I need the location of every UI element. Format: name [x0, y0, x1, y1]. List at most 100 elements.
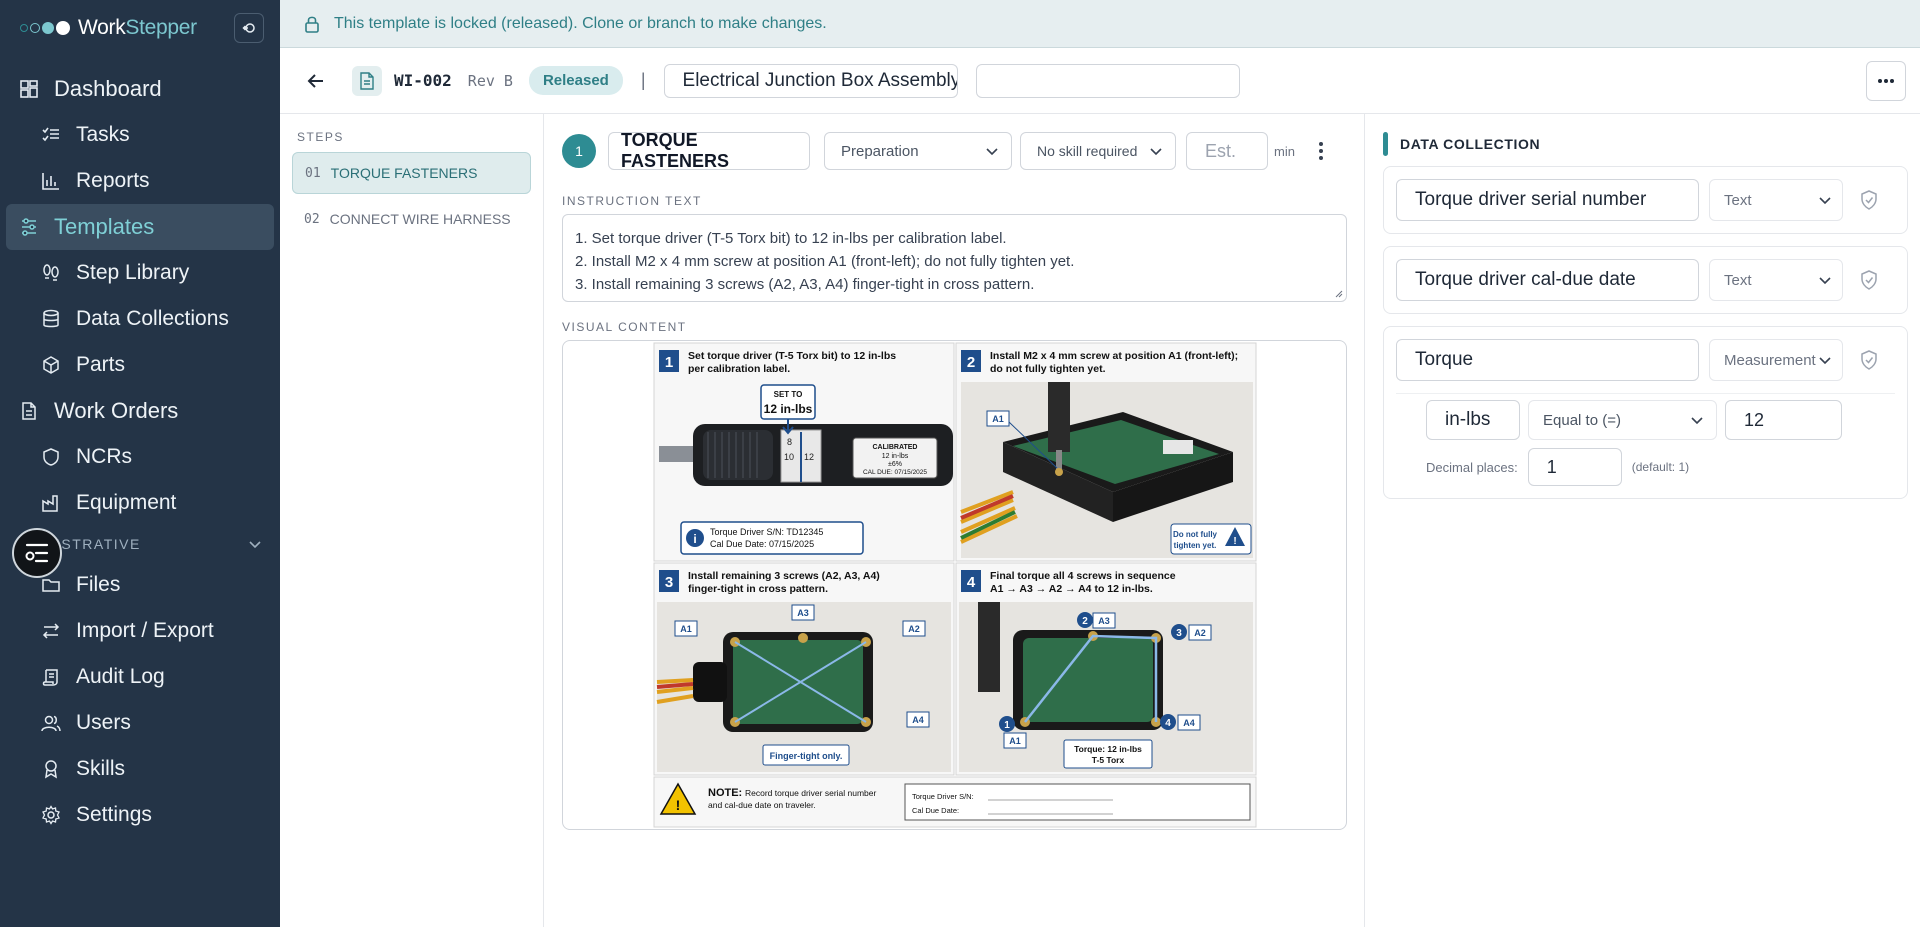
- field-name-value: Torque driver serial number: [1415, 189, 1647, 210]
- operator-select[interactable]: Equal to (=): [1528, 400, 1717, 440]
- footprints-icon: [40, 262, 62, 284]
- step-options-button[interactable]: [1311, 142, 1331, 160]
- sidebar-item-label: Users: [76, 711, 131, 734]
- sidebar-item-label: Audit Log: [76, 665, 165, 688]
- more-options-button[interactable]: [1866, 61, 1906, 101]
- file-text-icon: [18, 400, 40, 422]
- svg-text:4: 4: [967, 574, 976, 591]
- svg-text:8: 8: [787, 437, 792, 447]
- users-icon: [40, 712, 62, 734]
- svg-text:3: 3: [1176, 628, 1182, 639]
- sidebar-item-data-collections[interactable]: Data Collections: [6, 296, 274, 342]
- field-type-select[interactable]: Measurement: [1709, 339, 1843, 381]
- sidebar-item-users[interactable]: Users: [6, 700, 274, 746]
- svg-text:12 in-lbs: 12 in-lbs: [764, 402, 813, 416]
- app-logo-text: WorkStepper: [78, 16, 197, 39]
- template-secondary-input[interactable]: [975, 63, 1240, 98]
- sidebar-item-step-library[interactable]: Step Library: [6, 250, 274, 296]
- quick-actions-button[interactable]: [12, 528, 62, 578]
- sidebar-item-tasks[interactable]: Tasks: [6, 112, 274, 158]
- skill-select-value: No skill required: [1037, 143, 1138, 159]
- sidebar-item-label: Equipment: [76, 491, 177, 514]
- sidebar-item-label: Files: [76, 573, 121, 596]
- more-horizontal-icon: [1878, 79, 1894, 83]
- svg-text:2: 2: [1082, 616, 1088, 627]
- shield-check-icon[interactable]: [1857, 188, 1881, 212]
- decimal-places-input[interactable]: 1: [1527, 448, 1622, 486]
- illustration-panel-2: 2 Install M2 x 4 mm screw at position A1…: [955, 342, 1257, 562]
- svg-text:A3: A3: [1098, 616, 1110, 626]
- step-number-badge: 1: [562, 134, 596, 168]
- step-header: 1 TORQUE FASTENERS Preparation No skill …: [562, 130, 1346, 171]
- phase-select[interactable]: Preparation: [824, 132, 1012, 170]
- svg-text:Set torque driver (T-5 Torx bi: Set torque driver (T-5 Torx bit) to 12 i…: [688, 350, 896, 362]
- back-button[interactable]: [304, 69, 328, 93]
- illustration-panel-3: 3 Install remaining 3 screws (A2, A3, A4…: [653, 562, 955, 776]
- estimated-time-input[interactable]: Est.: [1186, 132, 1268, 170]
- resize-handle-icon[interactable]: [1333, 288, 1343, 298]
- svg-text:per calibration label.: per calibration label.: [688, 363, 790, 375]
- sidebar-item-templates[interactable]: Templates: [6, 204, 274, 250]
- field-name-input[interactable]: Torque driver cal-due date: [1396, 259, 1699, 301]
- svg-text:T-5 Torx: T-5 Torx: [1092, 755, 1125, 765]
- sidebar-item-parts[interactable]: Parts: [6, 342, 274, 388]
- field-type-select[interactable]: Text: [1709, 179, 1843, 221]
- field-name-input[interactable]: Torque: [1396, 339, 1699, 381]
- sidebar-item-settings[interactable]: Settings: [6, 792, 274, 838]
- collapse-sidebar-button[interactable]: [234, 13, 264, 43]
- illustration-panel-4: 4 Final torque all 4 screws in sequence …: [955, 562, 1257, 776]
- sidebar-item-dashboard[interactable]: Dashboard: [6, 66, 274, 112]
- visual-content-area[interactable]: 1 Set torque driver (T-5 Torx bit) to 12…: [562, 340, 1347, 830]
- field-type-value: Text: [1724, 191, 1752, 209]
- step-item-torque-fasteners[interactable]: 01 TORQUE FASTENERS: [292, 152, 531, 194]
- collapse-icon: [242, 23, 255, 33]
- target-value-input[interactable]: 12: [1725, 400, 1842, 440]
- steps-panel: STEPS 01 TORQUE FASTENERS 02 CONNECT WIR…: [280, 114, 544, 927]
- shield-icon: [40, 446, 62, 468]
- instruction-line: 1. Set torque driver (T-5 Torx bit) to 1…: [575, 230, 1007, 247]
- instruction-illustration: 1 Set torque driver (T-5 Torx bit) to 12…: [653, 342, 1258, 828]
- sidebar-item-reports[interactable]: Reports: [6, 158, 274, 204]
- svg-text:Install remaining 3 screws (A2: Install remaining 3 screws (A2, A3, A4): [688, 570, 880, 582]
- svg-text:2: 2: [967, 354, 975, 371]
- unit-input[interactable]: in-lbs: [1426, 400, 1520, 440]
- field-name-value: Torque: [1415, 349, 1474, 370]
- template-title-input[interactable]: Electrical Junction Box Assembly: [663, 63, 958, 98]
- svg-text:tighten yet.: tighten yet.: [1174, 541, 1217, 550]
- logo-mark: [20, 21, 70, 35]
- field-name-input[interactable]: Torque driver serial number: [1396, 179, 1699, 221]
- sidebar-item-import-export[interactable]: Import / Export: [6, 608, 274, 654]
- instruction-textarea[interactable]: 1. Set torque driver (T-5 Torx bit) to 1…: [562, 214, 1347, 302]
- step-number: 02: [304, 211, 320, 227]
- target-value: 12: [1744, 409, 1765, 430]
- template-header: WI-002 Rev B Released | Electrical Junct…: [280, 48, 1920, 114]
- sidebar-item-equipment[interactable]: Equipment: [6, 480, 274, 526]
- steps-label: STEPS: [297, 130, 344, 144]
- sidebar-item-label: Tasks: [76, 123, 130, 146]
- shield-check-icon[interactable]: [1857, 348, 1881, 372]
- chevron-down-icon: [1819, 197, 1831, 205]
- illustration-panel-1: 1 Set torque driver (T-5 Torx bit) to 12…: [653, 342, 955, 562]
- data-field-card-measurement: Torque Measurement in-lbs Equal to (=) 1…: [1383, 326, 1908, 499]
- sidebar-item-work-orders[interactable]: Work Orders: [6, 388, 274, 434]
- sidebar-item-audit-log[interactable]: Audit Log: [6, 654, 274, 700]
- chevron-down-icon: [1691, 417, 1703, 425]
- svg-text:Finger-tight only.: Finger-tight only.: [770, 751, 843, 761]
- sidebar-item-ncrs[interactable]: NCRs: [6, 434, 274, 480]
- templates-icon: [18, 216, 40, 238]
- dashboard-icon: [18, 78, 40, 100]
- arrow-left-icon: [307, 73, 323, 88]
- field-type-select[interactable]: Text: [1709, 259, 1843, 301]
- svg-text:Torque Driver S/N:: Torque Driver S/N:: [912, 792, 974, 801]
- sidebar-item-skills[interactable]: Skills: [6, 746, 274, 792]
- skill-select[interactable]: No skill required: [1020, 132, 1176, 170]
- logo-row: WorkStepper: [0, 0, 280, 56]
- shield-check-icon[interactable]: [1857, 268, 1881, 292]
- step-title-input[interactable]: TORQUE FASTENERS: [608, 130, 810, 171]
- decimal-places-value: 1: [1546, 456, 1557, 477]
- instruction-text-label: INSTRUCTION TEXT: [562, 194, 702, 208]
- svg-text:10: 10: [784, 452, 794, 462]
- bar-chart-icon: [40, 170, 62, 192]
- step-item-connect-wire-harness[interactable]: 02 CONNECT WIRE HARNESS: [292, 198, 531, 240]
- menu-toggle-icon: [25, 543, 49, 563]
